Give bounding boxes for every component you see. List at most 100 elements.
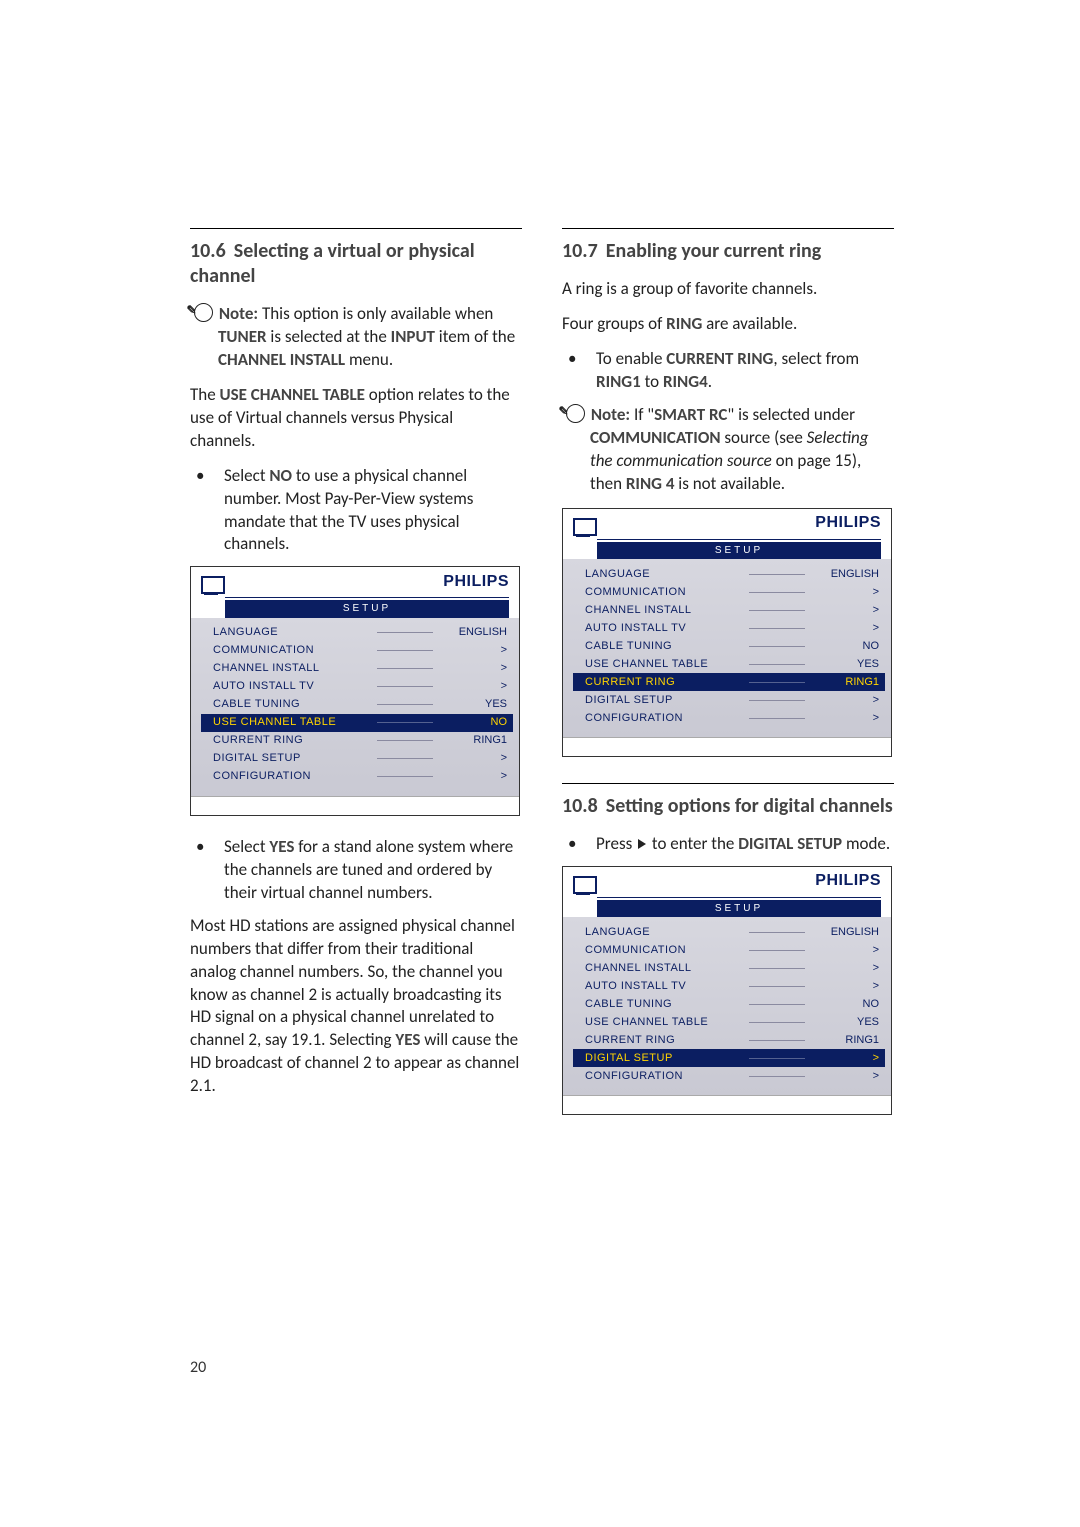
menu-item-value: >	[437, 679, 509, 694]
bullet-text: Press to enter the DIGITAL SETUP mode.	[596, 833, 894, 856]
menu-item-value: RING1	[809, 675, 881, 690]
menu-row: CHANNEL INSTALL>	[585, 601, 881, 619]
menu-item-value: NO	[809, 997, 881, 1012]
menu-item-value: NO	[437, 715, 509, 730]
brand-logo: PHILIPS	[443, 571, 509, 596]
menu-item-line	[749, 664, 805, 665]
menu-item-label: COMMUNICATION	[585, 943, 745, 958]
menu-item-line	[749, 610, 805, 611]
note-icon: ✎	[566, 404, 585, 423]
menu-item-value: RING1	[809, 1033, 881, 1048]
note-text-d: menu.	[345, 349, 393, 370]
menu-item-value: >	[809, 1069, 881, 1084]
n-c: source (see	[721, 427, 807, 448]
menu-item-label: DIGITAL SETUP	[585, 693, 745, 708]
setup-menu-digital-setup: PHILIPS SETUP LANGUAGEENGLISHCOMMUNICATI…	[562, 866, 892, 1116]
b1-bold: NO	[269, 465, 292, 486]
paragraph-ring-def: A ring is a group of favorite channels.	[562, 278, 894, 301]
p1-a: The	[190, 384, 220, 405]
bullet-select-yes: • Select YES for a stand alone system wh…	[190, 836, 522, 905]
bullet-enable-current-ring: • To enable CURRENT RING, select from RI…	[562, 348, 894, 394]
manual-page: 10.6Selecting a virtual or physical chan…	[0, 0, 1080, 1527]
menu-item-line	[749, 700, 805, 701]
note-bold-channel-install: CHANNEL INSTALL	[218, 349, 345, 370]
bullet-dot: •	[562, 348, 596, 394]
menu-item-line	[749, 682, 805, 683]
menu-row: DIGITAL SETUP >	[573, 1049, 885, 1067]
b1-c: to	[641, 371, 663, 392]
menu-item-line	[377, 776, 433, 777]
menu-item-label: DIGITAL SETUP	[585, 1051, 745, 1066]
menu-item-label: USE CHANNEL TABLE	[213, 715, 373, 730]
menu-item-line	[749, 574, 805, 575]
menu-item-label: LANGUAGE	[585, 567, 745, 582]
bullet-dot: •	[190, 836, 224, 905]
menu-row: USE CHANNEL TABLEYES	[585, 1013, 881, 1031]
menu-item-line	[377, 632, 433, 633]
note-bold-tuner: TUNER	[218, 326, 267, 347]
b2-bold: DIGITAL SETUP	[738, 833, 842, 854]
note-label: Note:	[219, 303, 258, 324]
menu-row: CONFIGURATION>	[585, 1067, 881, 1085]
heading-10-7: 10.7Enabling your current ring	[562, 239, 894, 264]
menu-row: DIGITAL SETUP>	[585, 691, 881, 709]
setup-menu-use-channel-table: PHILIPS SETUP LANGUAGE ENGLISH COMMUNICATI…	[190, 566, 520, 816]
bullet-dot: •	[562, 833, 596, 856]
b1-d: .	[708, 371, 712, 392]
paragraph-hd-stations: Most HD stations are assigned physical c…	[190, 915, 522, 1099]
menu-item-label: LANGUAGE	[213, 625, 373, 640]
b1-bold1: CURRENT RING	[666, 348, 773, 369]
note-label: Note:	[591, 404, 630, 425]
menu-item-value: >	[809, 621, 881, 636]
menu-row: LANGUAGEENGLISH	[585, 565, 881, 583]
menu-item-label: AUTO INSTALL TV	[213, 679, 373, 694]
menu-body: LANGUAGEENGLISHCOMMUNICATION>CHANNEL INS…	[191, 618, 519, 796]
menu-body: LANGUAGEENGLISHCOMMUNICATION>CHANNEL INS…	[563, 917, 891, 1095]
heading-number: 10.6	[190, 239, 226, 263]
bullet-text: To enable CURRENT RING, select from RING…	[596, 348, 894, 394]
menu-header: PHILIPS	[563, 509, 891, 537]
menu-header: PHILIPS	[563, 867, 891, 895]
menu-body: LANGUAGEENGLISHCOMMUNICATION>CHANNEL INS…	[563, 559, 891, 737]
menu-item-line	[377, 740, 433, 741]
section-rule	[562, 783, 894, 784]
menu-row: USE CHANNEL TABLEYES	[585, 655, 881, 673]
brand-logo: PHILIPS	[815, 870, 881, 895]
menu-item-value: >	[809, 603, 881, 618]
menu-footer	[191, 796, 519, 815]
menu-title-bar: SETUP	[597, 542, 881, 560]
menu-item-value: YES	[437, 697, 509, 712]
section-rule	[190, 228, 522, 229]
right-arrow-icon	[638, 839, 646, 849]
menu-item-line	[749, 1058, 805, 1059]
menu-item-line	[749, 968, 805, 969]
menu-row: LANGUAGE ENGLISH	[213, 624, 509, 642]
bullet-text: Select YES for a stand alone system wher…	[224, 836, 522, 905]
menu-item-value: ENGLISH	[437, 625, 509, 640]
menu-item-label: AUTO INSTALL TV	[585, 979, 745, 994]
p2-a: Four groups of	[562, 313, 666, 334]
menu-item-line	[377, 758, 433, 759]
menu-footer	[563, 1095, 891, 1114]
menu-item-line	[749, 1004, 805, 1005]
menu-item-label: CONFIGURATION	[213, 769, 373, 784]
menu-row: LANGUAGEENGLISH	[585, 923, 881, 941]
note-text-a: This option is only available when	[258, 303, 493, 324]
heading-number: 10.7	[562, 239, 598, 263]
menu-item-label: CONFIGURATION	[585, 711, 745, 726]
b1-a: To enable	[596, 348, 666, 369]
menu-item-value: RING1	[437, 733, 509, 748]
menu-item-value: >	[437, 751, 509, 766]
menu-item-value: NO	[809, 639, 881, 654]
menu-row: DIGITAL SETUP>	[213, 750, 509, 768]
menu-item-value: >	[809, 1051, 881, 1066]
menu-title-bar: SETUP	[225, 600, 509, 618]
brand-logo: PHILIPS	[815, 512, 881, 537]
menu-item-value: YES	[809, 1015, 881, 1030]
menu-row: CABLE TUNINGNO	[585, 637, 881, 655]
setup-menu-current-ring: PHILIPS SETUP LANGUAGEENGLISHCOMMUNICATI…	[562, 508, 892, 758]
menu-rule	[225, 597, 509, 598]
menu-row: COMMUNICATION>	[213, 642, 509, 660]
bullet-select-no: • Select NO to use a physical channel nu…	[190, 465, 522, 557]
n-bold1: SMART RC	[654, 404, 727, 425]
